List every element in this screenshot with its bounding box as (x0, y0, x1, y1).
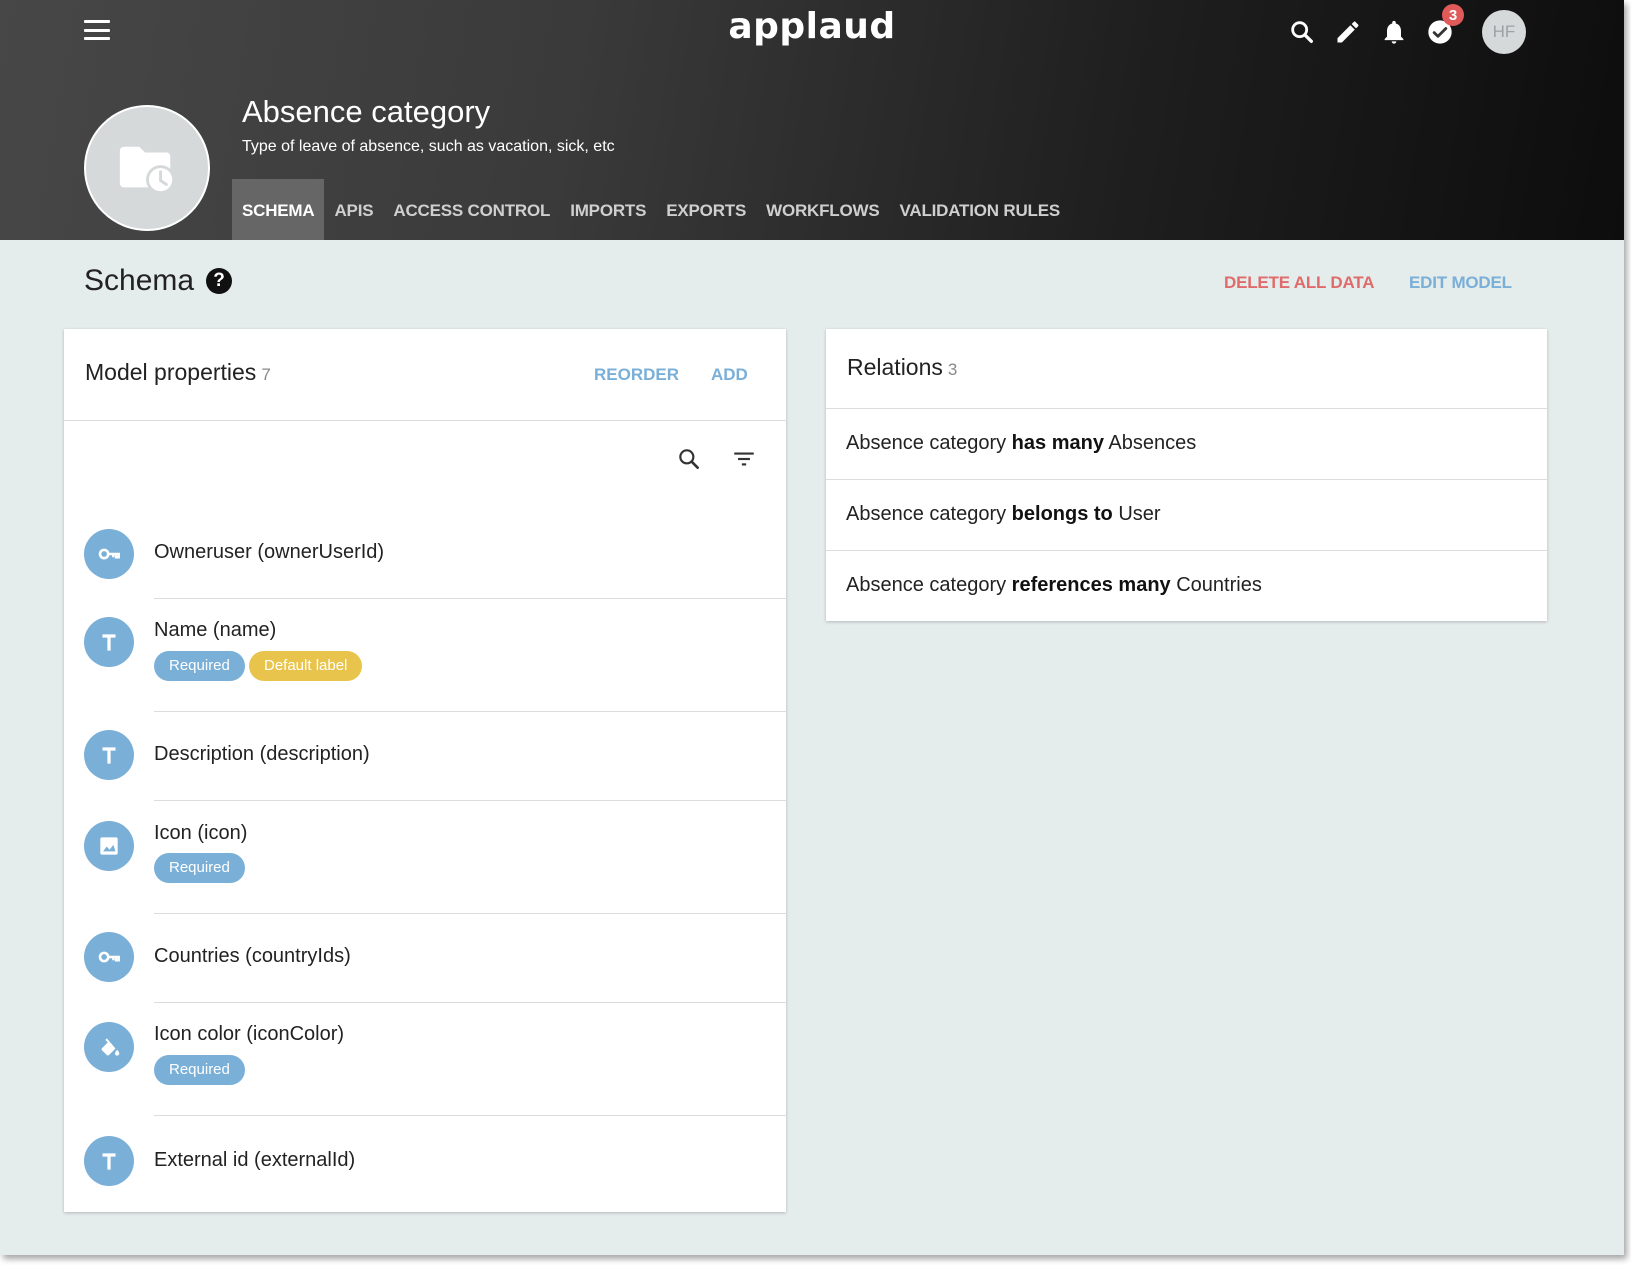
tab-workflows[interactable]: WORKFLOWS (756, 179, 889, 240)
tab-imports[interactable]: IMPORTS (560, 179, 656, 240)
property-label: Icon (icon) (154, 822, 248, 844)
page-title: Schema (84, 264, 195, 297)
tab-validation-rules[interactable]: VALIDATION RULES (890, 179, 1071, 240)
header-actions: 3 (1278, 4, 1464, 54)
reorder-button[interactable]: REORDER (594, 365, 679, 385)
model-description: Type of leave of absence, such as vacati… (242, 138, 615, 155)
relation-verb: references many (1011, 574, 1171, 596)
required-chip: Required (154, 1055, 245, 1085)
relation-subject: Absence category (846, 432, 1007, 454)
folder-clock-icon (119, 146, 176, 195)
key-icon (84, 932, 134, 982)
tab-exports[interactable]: EXPORTS (656, 179, 756, 240)
required-chip: Required (154, 651, 245, 681)
property-label: Icon color (iconColor) (154, 1023, 345, 1045)
property-label: Countries (countryIds) (154, 945, 351, 967)
property-row-icon-color[interactable]: Icon color (iconColor) Required (64, 1003, 786, 1115)
tab-apis[interactable]: APIS (324, 179, 383, 240)
tasks-button[interactable]: 3 (1418, 4, 1464, 54)
card-title: Relations (847, 354, 943, 380)
add-property-button[interactable]: ADD (711, 365, 748, 385)
properties-count: 7 (261, 365, 271, 384)
text-icon (84, 730, 134, 780)
relation-text: Absence category has many Absences (846, 432, 1196, 455)
model-properties-card: Model properties 7 REORDER ADD Owneruser … (64, 329, 786, 1212)
property-row-countries[interactable]: Countries (countryIds) (64, 914, 786, 1002)
page-header: applaud 3 HF Absence category Type of le… (0, 0, 1624, 240)
search-icon (679, 449, 699, 469)
model-properties-header: Model properties 7 (85, 359, 271, 386)
property-row-owneruser[interactable]: Owneruser (ownerUserId) (64, 510, 786, 598)
relation-object: Countries (1176, 574, 1262, 596)
text-icon (84, 617, 134, 667)
app-window: applaud 3 HF Absence category Type of le… (0, 0, 1624, 1255)
delete-all-data-button[interactable]: DELETE ALL DATA (1224, 273, 1375, 293)
key-icon (84, 529, 134, 579)
relation-row[interactable]: Absence category references many Countri… (826, 551, 1547, 621)
property-label: External id (externalId) (154, 1149, 356, 1171)
search-icon[interactable] (1280, 10, 1324, 54)
relation-row[interactable]: Absence category has many Absences (826, 409, 1547, 479)
property-label: Name (name) (154, 619, 277, 641)
property-label: Owneruser (ownerUserId) (154, 541, 385, 563)
filter-properties-button[interactable] (729, 444, 759, 474)
bell-icon[interactable] (1372, 10, 1416, 54)
property-row-icon[interactable]: Icon (icon) Required (64, 801, 786, 913)
section-title-row: Schema ? (84, 264, 233, 298)
image-icon (84, 821, 134, 871)
relations-card: Relations 3 Absence category has many Abs… (826, 329, 1547, 621)
help-icon[interactable]: ? (206, 268, 233, 294)
relation-object: User (1118, 503, 1161, 525)
relation-row[interactable]: Absence category belongs to User (826, 480, 1547, 550)
model-title: Absence category (242, 94, 491, 129)
tab-access-control[interactable]: ACCESS CONTROL (383, 179, 560, 240)
property-row-description[interactable]: Description (description) (64, 712, 786, 800)
relation-text: Absence category references many Countri… (846, 574, 1262, 597)
relation-text: Absence category belongs to User (846, 503, 1161, 526)
text-icon (84, 1136, 134, 1186)
notification-badge: 3 (1442, 4, 1464, 26)
relation-subject: Absence category (846, 574, 1007, 596)
pencil-icon[interactable] (1326, 10, 1370, 54)
edit-model-button[interactable]: EDIT MODEL (1409, 273, 1512, 293)
search-properties-button[interactable] (674, 444, 704, 474)
model-avatar (84, 105, 210, 231)
tab-schema[interactable]: SCHEMA (232, 179, 325, 240)
relation-verb: has many (1011, 432, 1104, 454)
divider (64, 420, 786, 421)
filter-icon (734, 452, 754, 466)
property-row-external-id[interactable]: External id (externalId) (64, 1116, 786, 1210)
user-avatar[interactable]: HF (1482, 10, 1526, 54)
property-label: Description (description) (154, 743, 370, 765)
default-label-chip: Default label (249, 651, 363, 681)
relation-subject: Absence category (846, 503, 1007, 525)
relation-object: Absences (1108, 432, 1197, 454)
model-tabs: SCHEMA APIS ACCESS CONTROL IMPORTS EXPOR… (232, 179, 1070, 240)
relations-header: Relations 3 (847, 354, 957, 381)
relation-verb: belongs to (1011, 503, 1113, 525)
required-chip: Required (154, 853, 245, 883)
paint-bucket-icon (84, 1022, 134, 1072)
relations-count: 3 (947, 360, 958, 379)
property-row-name[interactable]: Name (name) Required Default label (64, 599, 786, 711)
card-title: Model properties (85, 359, 257, 385)
